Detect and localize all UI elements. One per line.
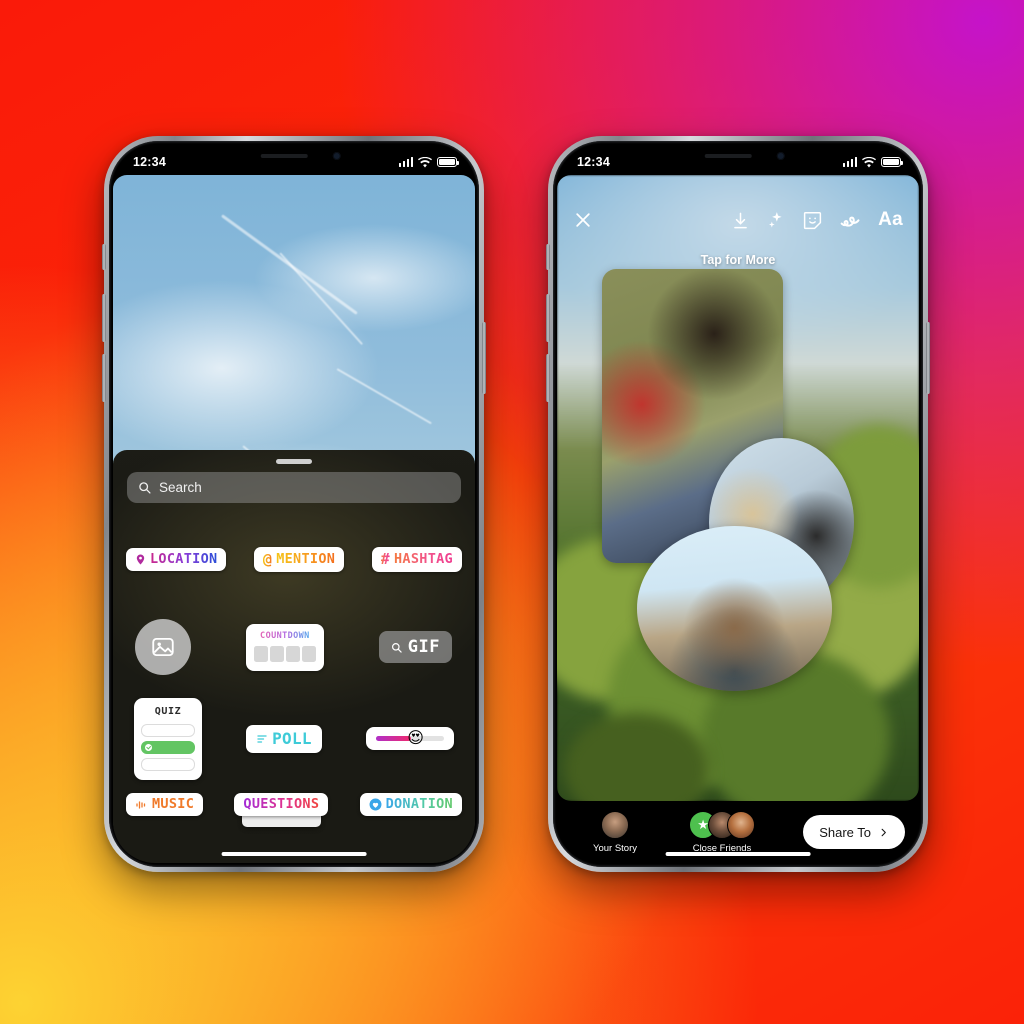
mute-switch-left[interactable] bbox=[102, 244, 106, 270]
volume-up-left[interactable] bbox=[102, 294, 106, 342]
sticker-quiz[interactable]: QUIZ bbox=[134, 697, 202, 780]
story-canvas: Aa Tap for More bbox=[557, 175, 919, 801]
sticker-emoji-slider[interactable]: 😍 bbox=[365, 727, 454, 751]
sticker-location[interactable]: LOCATION bbox=[126, 547, 227, 572]
left-screen: Search LOCATION @ MENTION # HASHTAG COUN… bbox=[113, 145, 475, 863]
avatar bbox=[601, 810, 629, 839]
home-indicator-left[interactable] bbox=[221, 851, 367, 856]
notch-right bbox=[654, 145, 822, 171]
sticker-quiz-label: QUIZ bbox=[154, 705, 182, 717]
instagram-stories-promo-image: Search LOCATION @ MENTION # HASHTAG COUN… bbox=[0, 0, 1024, 1024]
sticker-poll[interactable]: POLL bbox=[246, 724, 322, 753]
photo-sticker-portrait[interactable] bbox=[636, 525, 833, 692]
sticker-music-label: MUSIC bbox=[152, 795, 195, 812]
share-close-friends[interactable]: ★ Close Friends bbox=[689, 810, 756, 854]
hash-icon: # bbox=[380, 550, 390, 569]
countdown-icon bbox=[253, 645, 316, 662]
close-friends-avatars: ★ bbox=[689, 810, 756, 839]
battery-icon bbox=[437, 157, 460, 167]
sparkles-icon[interactable] bbox=[766, 210, 786, 230]
avatar bbox=[727, 810, 756, 839]
volume-up-right[interactable] bbox=[546, 294, 550, 342]
sticker-questions[interactable]: QUESTIONS bbox=[234, 792, 329, 828]
share-your-story[interactable]: Your Story bbox=[593, 810, 638, 854]
search-icon bbox=[391, 642, 402, 653]
text-tool-button[interactable]: Aa bbox=[878, 209, 903, 231]
volume-down-left[interactable] bbox=[102, 354, 106, 402]
sticker-tray: Search LOCATION @ MENTION # HASHTAG COUN… bbox=[113, 450, 475, 863]
earpiece-speaker bbox=[704, 154, 752, 158]
sticker-mention-label: MENTION bbox=[276, 550, 336, 567]
sticker-gif[interactable]: GIF bbox=[378, 631, 452, 664]
share-to-button[interactable]: Share To bbox=[803, 815, 905, 849]
sticker-countdown-label: COUNTDOWN bbox=[254, 631, 316, 641]
power-button-left[interactable] bbox=[482, 322, 486, 394]
sticker-hashtag[interactable]: # HASHTAG bbox=[371, 547, 462, 573]
sticker-row-4: MUSIC QUESTIONS DONATION bbox=[113, 792, 475, 828]
search-placeholder: Search bbox=[159, 480, 202, 496]
sticker-row-2: COUNTDOWN GIF bbox=[113, 619, 475, 676]
cellular-bars-icon bbox=[398, 157, 413, 167]
wifi-icon bbox=[418, 156, 432, 168]
sticker-row-1: LOCATION @ MENTION # HASHTAG bbox=[113, 547, 475, 573]
sticker-questions-label: QUESTIONS bbox=[243, 795, 320, 812]
location-pin-icon bbox=[135, 553, 146, 566]
home-indicator-right[interactable] bbox=[665, 851, 811, 856]
sticker-hashtag-label: HASHTAG bbox=[393, 550, 453, 567]
sticker-music[interactable]: MUSIC bbox=[126, 792, 204, 817]
your-story-label: Your Story bbox=[593, 842, 638, 854]
emoji-slider-icon: 😍 bbox=[375, 730, 444, 746]
share-to-label: Share To bbox=[819, 824, 871, 840]
sticker-countdown[interactable]: COUNTDOWN bbox=[245, 623, 324, 671]
story-toolbar: Aa bbox=[557, 209, 919, 231]
sticker-mention[interactable]: @ MENTION bbox=[253, 547, 345, 573]
sticker-gif-label: GIF bbox=[407, 637, 440, 658]
battery-icon bbox=[881, 157, 904, 167]
poll-bars-icon bbox=[256, 733, 268, 745]
quiz-option-correct bbox=[141, 740, 195, 754]
status-time: 12:34 bbox=[133, 155, 166, 169]
slider-emoji: 😍 bbox=[407, 729, 424, 747]
at-sign-icon: @ bbox=[262, 550, 273, 569]
search-input[interactable]: Search bbox=[127, 472, 461, 504]
sticker-location-label: LOCATION bbox=[150, 550, 218, 567]
photo-icon bbox=[150, 634, 176, 660]
sticker-donation-label: DONATION bbox=[385, 795, 453, 812]
volume-down-right[interactable] bbox=[546, 354, 550, 402]
sticker-donation[interactable]: DONATION bbox=[359, 792, 462, 817]
right-screen: Aa Tap for More Your Story ★ Close Frien… bbox=[557, 145, 919, 863]
close-icon[interactable] bbox=[573, 210, 593, 230]
status-time: 12:34 bbox=[577, 155, 610, 169]
earpiece-speaker bbox=[260, 154, 308, 158]
sticker-smiley-icon[interactable] bbox=[802, 210, 823, 231]
sticker-row-3: QUIZ POLL 😍 bbox=[113, 697, 475, 780]
left-phone: Search LOCATION @ MENTION # HASHTAG COUN… bbox=[102, 136, 486, 872]
cellular-bars-icon bbox=[842, 157, 857, 167]
quiz-option bbox=[141, 757, 195, 771]
mute-switch-right[interactable] bbox=[546, 244, 550, 270]
wifi-icon bbox=[862, 156, 876, 168]
sticker-poll-label: POLL bbox=[272, 728, 312, 748]
front-camera bbox=[776, 152, 785, 160]
draw-squiggle-icon[interactable] bbox=[839, 211, 862, 230]
quiz-option bbox=[141, 723, 195, 737]
power-button-right[interactable] bbox=[926, 322, 930, 394]
front-camera bbox=[332, 152, 341, 160]
tray-grabber[interactable] bbox=[276, 459, 312, 464]
chevron-right-icon bbox=[878, 826, 889, 839]
download-icon[interactable] bbox=[731, 211, 750, 230]
music-wave-icon bbox=[135, 799, 148, 811]
sticker-photo[interactable] bbox=[135, 619, 191, 676]
search-icon bbox=[138, 481, 151, 494]
tap-for-more-label[interactable]: Tap for More bbox=[557, 253, 919, 267]
notch-left bbox=[210, 145, 378, 171]
heart-circle-icon bbox=[369, 798, 382, 811]
right-phone: Aa Tap for More Your Story ★ Close Frien… bbox=[546, 136, 930, 872]
